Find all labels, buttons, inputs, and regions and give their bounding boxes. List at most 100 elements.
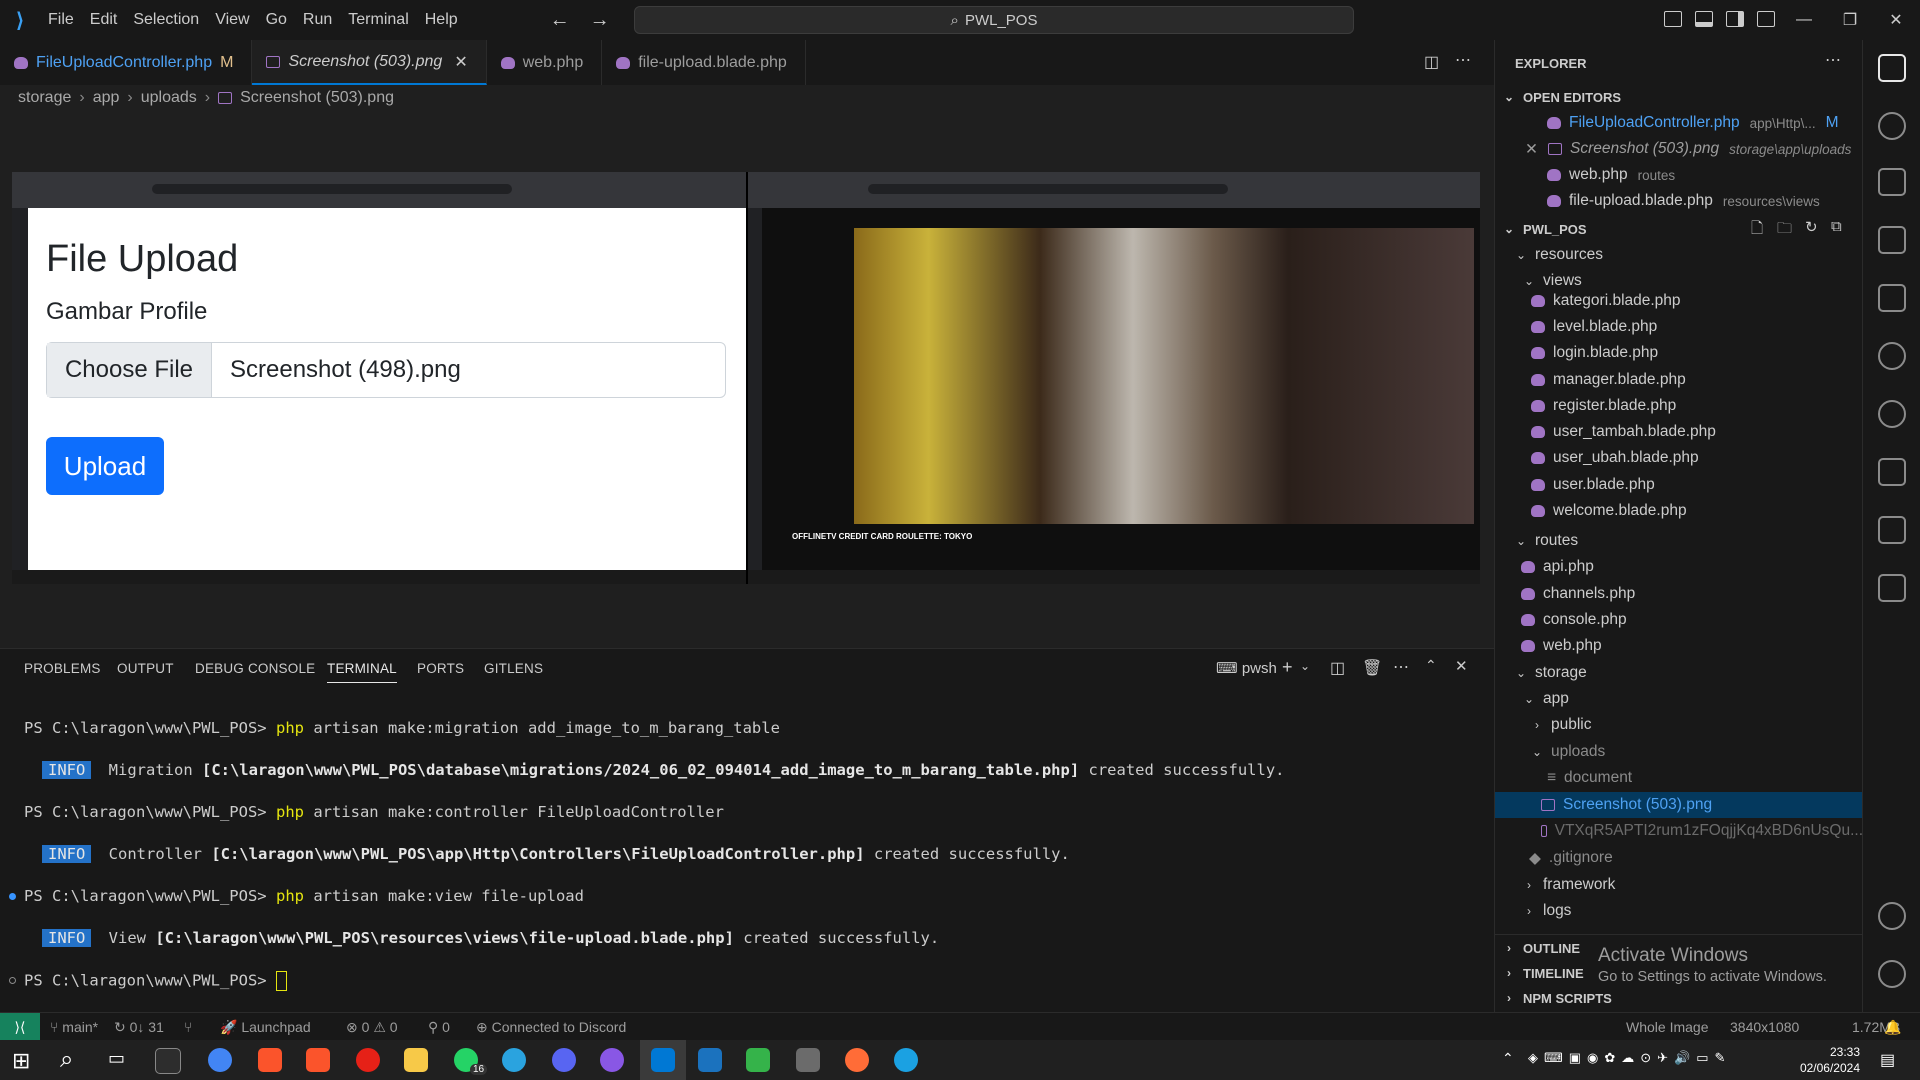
source-control-icon[interactable] xyxy=(1878,168,1906,196)
chrome-icon[interactable] xyxy=(208,1048,232,1072)
telegram-icon[interactable] xyxy=(502,1048,526,1072)
refresh-icon[interactable]: ↻ xyxy=(1805,218,1818,236)
launchpad-status[interactable]: 🚀 Launchpad xyxy=(220,1019,311,1036)
new-folder-icon[interactable]: 🗀 xyxy=(1777,218,1792,243)
new-terminal-icon[interactable]: + xyxy=(1282,657,1293,678)
breadcrumb-item[interactable]: app xyxy=(93,89,120,107)
open-editor-item[interactable]: file-upload.blade.php resources\views xyxy=(1495,188,1863,214)
terminal-profile[interactable]: ⌨ pwsh xyxy=(1216,659,1277,677)
command-decoration-icon[interactable] xyxy=(9,893,16,900)
gitlens-icon[interactable] xyxy=(1878,342,1906,370)
minecraft-icon[interactable] xyxy=(746,1048,770,1072)
tab-web-php[interactable]: web.php xyxy=(487,40,603,85)
extensions-icon[interactable] xyxy=(1878,284,1906,312)
postman-icon[interactable] xyxy=(845,1048,869,1072)
vscode-icon[interactable] xyxy=(651,1048,675,1072)
explorer-icon[interactable] xyxy=(1878,54,1906,82)
forward-arrow-icon[interactable]: → xyxy=(590,9,610,32)
file-explorer-icon[interactable] xyxy=(404,1048,428,1072)
breadcrumb-item[interactable]: uploads xyxy=(141,89,197,107)
folder-storage[interactable]: ⌄ storage xyxy=(1495,660,1863,686)
file-item-selected[interactable]: Screenshot (503).png xyxy=(1495,792,1863,818)
tab-debug-console[interactable]: DEBUG CONSOLE xyxy=(195,661,315,676)
tab-problems[interactable]: PROBLEMS xyxy=(24,661,101,676)
command-decoration-icon[interactable] xyxy=(9,977,16,984)
more-actions-icon[interactable]: ⋯ xyxy=(1393,657,1409,677)
collapse-all-icon[interactable]: ⧉ xyxy=(1831,218,1842,235)
laragon-icon[interactable] xyxy=(894,1048,918,1072)
more-actions-icon[interactable]: ⋯ xyxy=(1825,50,1841,70)
sync-status[interactable]: ↻ 0↓ 31 xyxy=(114,1019,164,1036)
file-item[interactable]: level.blade.php xyxy=(1495,314,1863,340)
command-center-search[interactable]: ⌕ PWL_POS xyxy=(634,6,1354,34)
folder-app[interactable]: ⌄ app xyxy=(1495,686,1863,712)
account-icon[interactable] xyxy=(1878,902,1906,930)
menu-go[interactable]: Go xyxy=(258,0,295,40)
brave-icon[interactable] xyxy=(306,1048,330,1072)
image-zoom-status[interactable]: Whole Image xyxy=(1626,1019,1708,1035)
close-icon[interactable]: ✕ xyxy=(454,52,467,72)
breadcrumb-item[interactable]: storage xyxy=(18,89,71,107)
tab-output[interactable]: OUTPUT xyxy=(117,661,174,676)
notification-center-icon[interactable]: ▤ xyxy=(1880,1050,1895,1070)
open-editor-item[interactable]: web.php routes xyxy=(1495,162,1863,188)
file-item[interactable]: manager.blade.php xyxy=(1495,367,1863,393)
search-icon[interactable]: ⌕ xyxy=(60,1046,73,1074)
youtube-icon[interactable] xyxy=(356,1048,380,1072)
database-icon[interactable] xyxy=(1878,516,1906,544)
restore-icon[interactable]: ❐ xyxy=(1828,0,1872,40)
run-debug-icon[interactable] xyxy=(1878,226,1906,254)
discord-status[interactable]: ⊕ Connected to Discord xyxy=(476,1019,626,1036)
github-desktop-icon[interactable] xyxy=(600,1048,624,1072)
snipping-tool-icon[interactable] xyxy=(796,1048,820,1072)
menu-run[interactable]: Run xyxy=(295,0,340,40)
file-item[interactable]: web.php xyxy=(1495,633,1863,659)
clock[interactable]: 23:33 02/06/2024 xyxy=(1800,1044,1860,1076)
folder-framework[interactable]: › framework xyxy=(1495,872,1863,898)
open-editors-header[interactable]: ⌄ OPEN EDITORS xyxy=(1495,84,1863,110)
terminal-input-line[interactable]: PS C:\laragon\www\PWL_POS> xyxy=(24,971,287,991)
customize-layout-icon[interactable] xyxy=(1757,11,1775,27)
file-item[interactable]: user_ubah.blade.php xyxy=(1495,445,1863,471)
folder-uploads[interactable]: ⌄ uploads xyxy=(1495,739,1863,765)
panel-icon[interactable] xyxy=(1878,458,1906,486)
branch-status[interactable]: ⑂ main* xyxy=(50,1019,98,1035)
npm-scripts-header[interactable]: › NPM SCRIPTS xyxy=(1495,986,1863,1010)
file-item[interactable]: VTXqR5APTI2rum1zFOqjjKq4xBD6nUsQu... xyxy=(1495,818,1863,844)
breadcrumb-item[interactable]: Screenshot (503).png xyxy=(240,89,394,107)
gear-icon[interactable] xyxy=(1878,960,1906,988)
chevron-down-icon[interactable]: ⌄ xyxy=(1300,659,1310,673)
menu-view[interactable]: View xyxy=(207,0,257,40)
folder-routes[interactable]: ⌄ routes xyxy=(1495,528,1863,554)
menu-selection[interactable]: Selection xyxy=(125,0,207,40)
menu-edit[interactable]: Edit xyxy=(82,0,126,40)
trash-icon[interactable]: 🗑 xyxy=(1362,658,1382,678)
search-icon[interactable] xyxy=(1878,112,1906,140)
tab-gitlens[interactable]: GITLENS xyxy=(484,661,543,676)
new-file-icon[interactable]: 🗋 xyxy=(1751,218,1763,243)
folder-logs[interactable]: › logs xyxy=(1495,898,1863,924)
minimize-icon[interactable]: — xyxy=(1782,0,1826,40)
more-actions-icon[interactable]: ⋯ xyxy=(1455,50,1471,70)
file-item[interactable]: ≡ document xyxy=(1495,765,1863,791)
tray-chevron-up-icon[interactable]: ⌃ xyxy=(1502,1050,1514,1067)
tab-terminal[interactable]: TERMINAL xyxy=(327,661,397,683)
file-item[interactable]: console.php xyxy=(1495,607,1863,633)
image-preview[interactable]: File Upload Gambar Profile Choose File S… xyxy=(12,172,1480,584)
file-item[interactable]: kategori.blade.php xyxy=(1495,288,1863,314)
close-panel-icon[interactable]: ✕ xyxy=(1455,657,1468,675)
menu-help[interactable]: Help xyxy=(417,0,466,40)
source-status-icon[interactable]: ⑂ xyxy=(184,1019,192,1035)
problems-status[interactable]: ⊗ 0 ⚠ 0 xyxy=(346,1019,398,1036)
open-editor-item[interactable]: FileUploadController.php app\Http\... M xyxy=(1495,110,1863,136)
toggle-secondary-sidebar-icon[interactable] xyxy=(1726,11,1744,27)
folder-resources[interactable]: ⌄ resources xyxy=(1495,242,1863,268)
split-editor-icon[interactable]: ◫ xyxy=(1424,52,1439,72)
file-item[interactable]: user.blade.php xyxy=(1495,472,1863,498)
file-item[interactable]: api.php xyxy=(1495,554,1863,580)
ports-status[interactable]: ⚲ 0 xyxy=(428,1019,450,1036)
menu-file[interactable]: File xyxy=(40,0,82,40)
open-editor-item[interactable]: ✕ Screenshot (503).png storage\app\uploads xyxy=(1495,136,1863,162)
mysql-workbench-icon[interactable] xyxy=(698,1048,722,1072)
discord-icon[interactable] xyxy=(552,1048,576,1072)
